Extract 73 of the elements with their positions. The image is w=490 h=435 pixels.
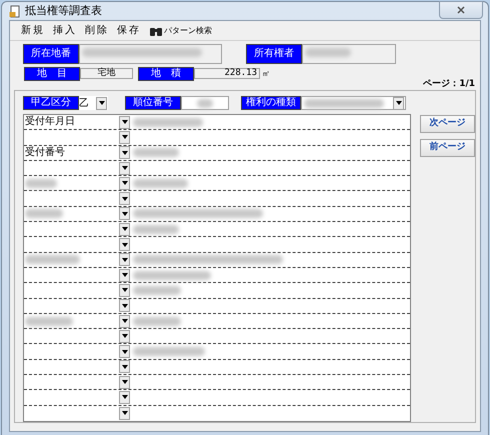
dropdown-button[interactable]	[119, 116, 130, 129]
page-button[interactable]: 次ページ	[420, 115, 475, 133]
dropdown-button[interactable]	[393, 96, 404, 110]
dropdown-button[interactable]	[96, 96, 107, 110]
unit-label: ㎡	[262, 68, 270, 80]
caret-icon	[122, 350, 128, 354]
caret-icon	[122, 395, 128, 400]
caret-icon	[122, 166, 128, 170]
close-button[interactable]	[439, 0, 483, 18]
dropdown-button[interactable]	[119, 207, 130, 220]
document-icon	[9, 4, 22, 18]
caret-icon	[122, 212, 128, 216]
toolbar-button[interactable]: 削除	[82, 23, 112, 38]
dropdown-button[interactable]	[119, 345, 130, 358]
field-label: 所有権者	[246, 44, 302, 64]
toolbar-button[interactable]: 保存	[114, 23, 144, 38]
dropdown-button[interactable]	[119, 299, 130, 312]
dropdown-button[interactable]	[119, 390, 130, 404]
field-label: 甲乙区分	[23, 96, 79, 110]
caret-icon	[122, 288, 128, 292]
caret-icon	[122, 135, 128, 140]
caret-icon	[122, 150, 128, 155]
dropdown-button[interactable]	[119, 284, 130, 297]
window-title: 抵当権等調査表	[25, 2, 102, 19]
caret-icon	[122, 120, 128, 124]
caret-icon	[122, 334, 128, 338]
binoculars-icon	[149, 26, 163, 36]
dropdown-button[interactable]	[119, 330, 130, 343]
caret-icon	[122, 227, 128, 232]
row-label: 受付番号	[25, 146, 65, 159]
close-icon	[457, 6, 465, 14]
dropdown-button[interactable]	[119, 268, 130, 282]
caret-icon	[122, 258, 128, 262]
dropdown-button[interactable]	[119, 376, 130, 389]
location-field[interactable]	[79, 44, 222, 64]
dropdown-button[interactable]	[119, 253, 130, 266]
land-area-field[interactable]: 228.13	[194, 68, 260, 79]
caret-icon	[98, 101, 104, 105]
field-label: 所在地番	[23, 44, 79, 64]
rank-field[interactable]	[181, 96, 229, 110]
caret-icon	[122, 319, 128, 323]
caret-icon	[122, 364, 128, 369]
caret-icon	[396, 101, 402, 105]
caret-icon	[122, 181, 128, 186]
dropdown-button[interactable]	[119, 192, 130, 206]
field-label: 地 積	[138, 66, 194, 80]
page-button[interactable]: 前ページ	[420, 139, 475, 157]
dropdown-button[interactable]	[119, 162, 130, 175]
caret-icon	[122, 273, 128, 278]
caret-icon	[122, 196, 128, 201]
page-indicator: ページ：1/1	[423, 79, 475, 90]
dropdown-button[interactable]	[119, 222, 130, 236]
dropdown-button[interactable]	[119, 406, 130, 420]
toolbar-button[interactable]: 新規	[18, 23, 48, 38]
owner-field[interactable]	[302, 44, 396, 64]
caret-icon	[122, 411, 128, 416]
caret-icon	[122, 380, 128, 384]
land-category-field[interactable]: 宅地	[80, 68, 133, 79]
section-dropdown[interactable]: 乙	[79, 96, 108, 110]
field-label: 順位番号	[125, 96, 181, 110]
dropdown-button[interactable]	[119, 130, 130, 144]
toolbar-button[interactable]: パターン検索	[146, 24, 215, 36]
dropdown-button[interactable]	[119, 146, 130, 160]
toolbar-button[interactable]: 挿入	[50, 23, 80, 38]
dropdown-button[interactable]	[119, 238, 130, 252]
field-label: 権利の種類	[241, 96, 301, 110]
caret-icon	[122, 242, 128, 247]
dropdown-button[interactable]	[119, 314, 130, 328]
row-label: 受付年月日	[25, 116, 75, 128]
dropdown-button[interactable]	[119, 360, 130, 374]
field-label: 地 目	[24, 66, 80, 80]
dropdown-button[interactable]	[119, 176, 130, 190]
caret-icon	[122, 304, 128, 308]
